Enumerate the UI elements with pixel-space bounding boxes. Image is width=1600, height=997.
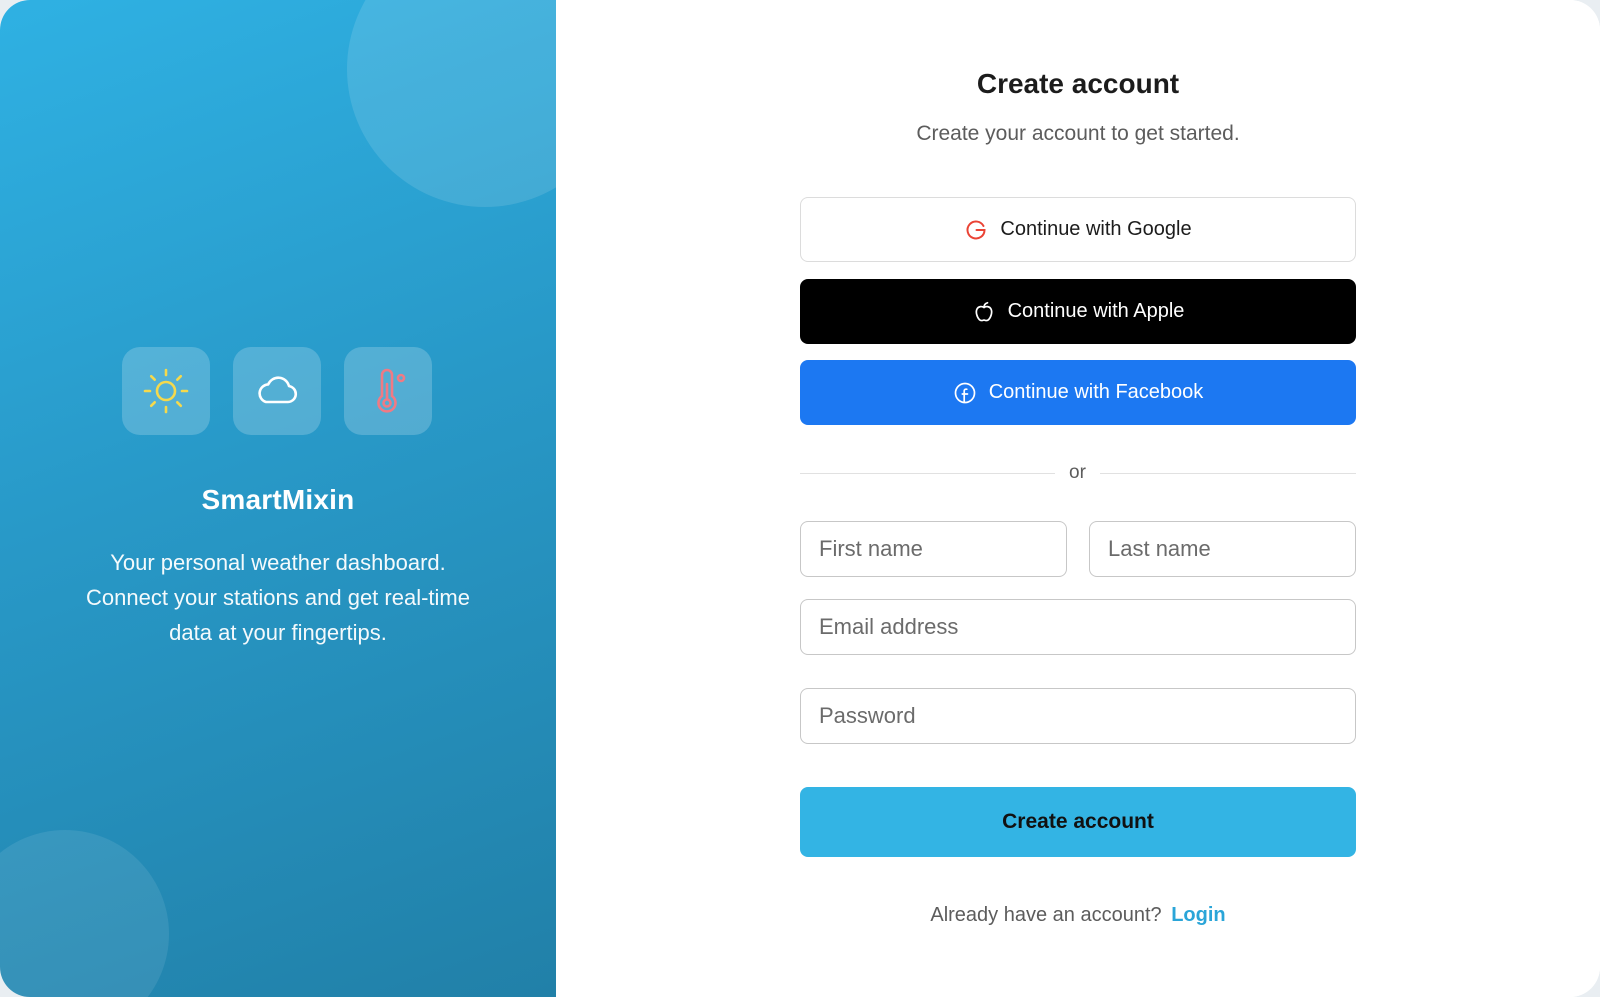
signup-card: SmartMixin Your personal weather dashboa… [0,0,1600,997]
facebook-button-label: Continue with Facebook [988,381,1204,403]
divider-line [1100,473,1356,474]
create-account-button-label: Create account [1002,810,1154,833]
continue-with-apple-button[interactable]: Continue with Apple [800,279,1356,344]
brand-panel: SmartMixin Your personal weather dashboa… [0,0,556,997]
decorative-circle [347,0,556,207]
form-panel: Create account Create your account to ge… [556,0,1600,997]
login-link[interactable]: Login [1171,904,1225,926]
continue-with-facebook-button[interactable]: Continue with Facebook [800,360,1356,425]
apple-button-label: Continue with Apple [1007,300,1185,322]
or-divider: or [800,462,1356,484]
first-name-input[interactable] [800,521,1067,577]
google-button-label: Continue with Google [1000,218,1192,240]
decorative-circle [0,830,169,997]
thermometer-tile [344,347,432,435]
brand-name: SmartMixin [201,484,355,515]
cloud-tile [233,347,321,435]
page-title: Create account [976,68,1180,99]
sun-icon [143,368,189,414]
last-name-input[interactable] [1089,521,1356,577]
divider-line [800,473,1055,474]
page-subtitle: Create your account to get started. [916,122,1240,145]
divider-text: or [1069,462,1086,483]
sun-tile [122,347,210,435]
continue-with-google-button[interactable]: Continue with Google [800,197,1356,262]
password-input[interactable] [800,688,1356,744]
thermometer-icon [377,368,406,413]
google-icon [966,220,986,239]
apple-icon [975,301,993,321]
login-prompt-text: Already have an account? [930,904,1162,926]
facebook-icon [954,382,976,403]
brand-description: Your personal weather dashboard. Connect… [86,550,470,645]
cloud-icon [258,376,298,404]
weather-icon-row [122,347,432,435]
login-prompt: Already have an account? Login [800,904,1356,927]
email-input[interactable] [800,599,1356,655]
create-account-button[interactable]: Create account [800,787,1356,857]
